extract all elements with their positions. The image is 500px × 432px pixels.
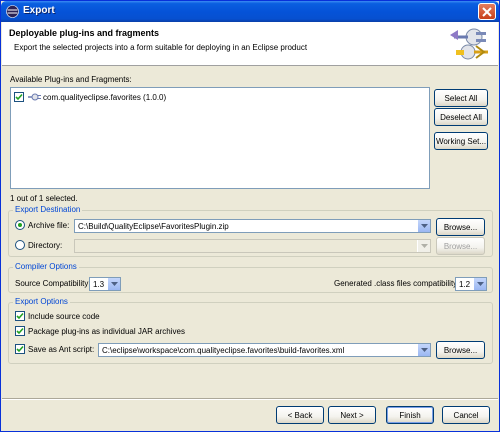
select-all-button[interactable]: Select All (434, 89, 488, 107)
window-title: Export (23, 5, 55, 16)
export-options-title: Export Options (13, 297, 70, 306)
source-compat-combo[interactable]: 1.3 (89, 277, 121, 291)
chevron-down-icon (477, 282, 484, 286)
item-label: com.qualityeclipse.favorites (1.0.0) (43, 92, 167, 102)
footer-separator (2, 398, 498, 400)
archive-radio[interactable] (15, 220, 25, 230)
finish-button[interactable]: Finish (386, 406, 434, 424)
archive-dropdown-button[interactable] (417, 220, 430, 232)
page-description: Export the selected projects into a form… (14, 43, 308, 52)
include-source-checkbox[interactable] (15, 311, 25, 321)
checkmark-icon (15, 93, 23, 101)
ant-script-combo[interactable]: C:\eclipse\workspace\com.qualityeclipse.… (98, 343, 431, 357)
back-button[interactable]: < Back (276, 406, 324, 424)
close-icon (482, 7, 492, 17)
package-jar-label: Package plug-ins as individual JAR archi… (28, 326, 185, 336)
checkmark-icon (16, 327, 24, 335)
save-ant-checkbox[interactable] (15, 344, 25, 354)
archive-label: Archive file: (28, 220, 70, 230)
chevron-down-icon (111, 282, 118, 286)
source-compat-value: 1.3 (93, 280, 105, 289)
export-dialog: Export Deployable plug-ins and fragments… (0, 0, 500, 432)
chevron-down-icon (421, 224, 428, 228)
save-ant-label: Save as Ant script: (28, 344, 95, 354)
chevron-down-icon (421, 244, 428, 248)
generated-compat-label: Generated .class files compatibility: (334, 279, 460, 288)
chevron-down-icon (421, 348, 428, 352)
generated-compat-value: 1.2 (459, 280, 471, 289)
eclipse-icon (6, 5, 19, 18)
include-source-label: Include source code (28, 311, 100, 321)
generated-compat-dropdown-button[interactable] (473, 278, 486, 290)
archive-file-combo[interactable]: C:\Build\QualityEclipse\FavoritesPlugin.… (74, 219, 431, 233)
directory-option[interactable]: Directory: (15, 240, 62, 250)
checkmark-icon (16, 345, 24, 353)
include-source-option[interactable]: Include source code (15, 311, 100, 321)
package-jar-checkbox[interactable] (15, 326, 25, 336)
save-ant-option[interactable]: Save as Ant script: (15, 344, 94, 354)
page-title: Deployable plug-ins and fragments (9, 28, 160, 38)
plugin-list[interactable]: com.qualityeclipse.favorites (1.0.0) (10, 87, 430, 189)
plugin-export-icon (450, 28, 488, 60)
next-button[interactable]: Next > (328, 406, 376, 424)
directory-combo[interactable] (74, 239, 431, 253)
ant-script-dropdown-button[interactable] (417, 344, 430, 356)
wizard-header: Deployable plug-ins and fragments Export… (2, 22, 498, 66)
archive-file-value: C:\Build\QualityEclipse\FavoritesPlugin.… (78, 222, 229, 231)
available-label: Available Plug-ins and Fragments: (10, 75, 132, 84)
working-set-button[interactable]: Working Set... (434, 132, 488, 150)
compiler-options-title: Compiler Options (13, 262, 79, 271)
cancel-button[interactable]: Cancel (442, 406, 490, 424)
source-compat-dropdown-button[interactable] (107, 278, 120, 290)
directory-radio[interactable] (15, 240, 25, 250)
directory-label: Directory: (28, 240, 63, 250)
checkmark-icon (16, 312, 24, 320)
item-checkbox[interactable] (14, 92, 24, 102)
package-jar-option[interactable]: Package plug-ins as individual JAR archi… (15, 326, 185, 336)
directory-browse-button[interactable]: Browse... (436, 237, 485, 255)
directory-dropdown-button[interactable] (417, 240, 430, 252)
export-destination-title: Export Destination (13, 205, 83, 214)
ant-script-value: C:\eclipse\workspace\com.qualityeclipse.… (102, 346, 345, 355)
list-item[interactable]: com.qualityeclipse.favorites (1.0.0) (14, 91, 166, 103)
archive-browse-button[interactable]: Browse... (436, 218, 485, 236)
title-bar[interactable]: Export (1, 1, 499, 22)
generated-compat-combo[interactable]: 1.2 (455, 277, 487, 291)
ant-browse-button[interactable]: Browse... (436, 341, 485, 359)
selection-status: 1 out of 1 selected. (10, 194, 78, 203)
deselect-all-button[interactable]: Deselect All (434, 108, 488, 126)
close-button[interactable] (478, 3, 496, 20)
plugin-icon (28, 93, 41, 101)
source-compat-label: Source Compatibility: (15, 279, 91, 288)
archive-option[interactable]: Archive file: (15, 220, 69, 230)
